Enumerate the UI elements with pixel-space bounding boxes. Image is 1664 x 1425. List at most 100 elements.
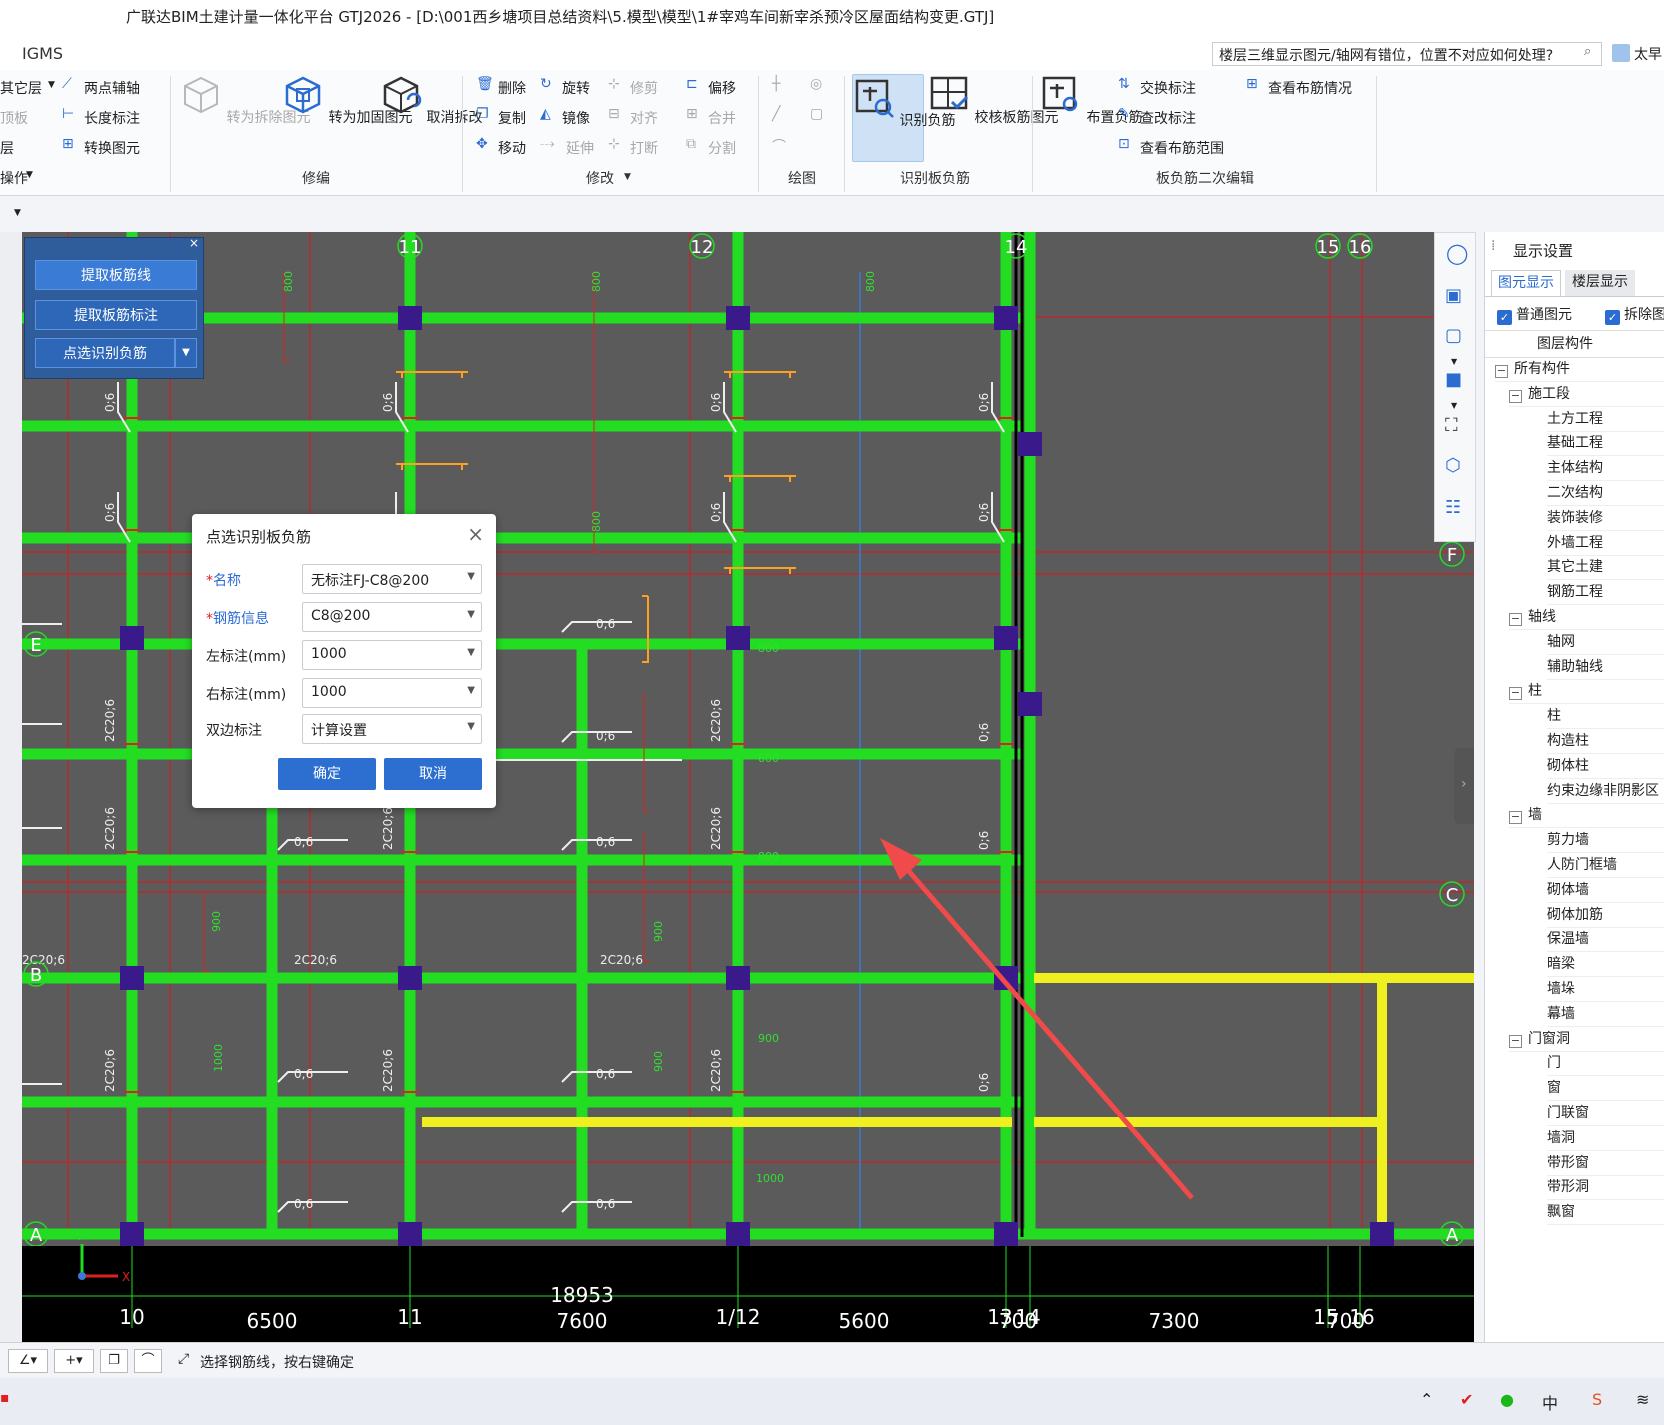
tree-item[interactable]: 保温墙 bbox=[1547, 928, 1664, 953]
move-button[interactable]: 移动 bbox=[498, 138, 526, 158]
tree-item[interactable]: 门联窗 bbox=[1547, 1102, 1664, 1126]
copy-view-icon[interactable]: ❐ bbox=[100, 1349, 128, 1373]
name-select[interactable]: 无标注FJ-C8@200 ▼ bbox=[302, 564, 482, 594]
ribbon-left-item-1[interactable]: 顶板 bbox=[0, 108, 28, 128]
tree-item[interactable]: 带形洞 bbox=[1547, 1176, 1664, 1201]
collapse-icon[interactable]: − bbox=[1509, 613, 1522, 626]
ok-button[interactable]: 确定 bbox=[278, 758, 376, 790]
tree-item[interactable]: 窗 bbox=[1547, 1077, 1664, 1102]
tree-item[interactable]: 砌体柱 bbox=[1547, 755, 1664, 779]
view-range-button[interactable]: 查看布筋范围 bbox=[1140, 138, 1224, 158]
ribbon-left-item-3[interactable]: 操作 bbox=[0, 168, 28, 188]
tree-item[interactable]: 轴网 bbox=[1547, 631, 1664, 655]
merge-button[interactable]: 合并 bbox=[708, 108, 736, 128]
close-icon[interactable]: × bbox=[189, 236, 199, 250]
rotate-point-icon[interactable]: ◎ bbox=[810, 76, 822, 92]
tree-item[interactable]: 土方工程 bbox=[1547, 408, 1664, 432]
line-draw-icon[interactable]: ╱ bbox=[772, 106, 780, 122]
ribbon-left-item-2[interactable]: 层 bbox=[0, 138, 14, 158]
ime-indicator[interactable]: 中 bbox=[1542, 1390, 1558, 1414]
delete-button[interactable]: 删除 bbox=[498, 78, 526, 98]
curve-icon[interactable]: ⌒ bbox=[134, 1349, 162, 1373]
collapse-icon[interactable]: − bbox=[1495, 365, 1508, 378]
ribbon-left-item-0[interactable]: 其它层 bbox=[0, 78, 42, 98]
view-status-button[interactable]: 查看布筋情况 bbox=[1268, 78, 1352, 98]
view-3d-icon[interactable]: ▣ bbox=[1445, 285, 1462, 306]
check-slab-rebar-button[interactable]: 校核板筋图元 bbox=[928, 74, 1058, 127]
app-icon[interactable]: ▪ bbox=[0, 1390, 10, 1406]
tree-item[interactable]: − 门窗洞 bbox=[1509, 1028, 1664, 1052]
tree-item[interactable]: 构造柱 bbox=[1547, 730, 1664, 754]
left-mark-select[interactable]: 1000 ▼ bbox=[302, 640, 482, 670]
identify-negative-rebar-button[interactable]: 识别负筋 bbox=[852, 74, 955, 162]
tree-item[interactable]: − 墙 bbox=[1509, 804, 1664, 829]
tree-item[interactable]: 外墙工程 bbox=[1547, 532, 1664, 556]
rect-draw-icon[interactable]: ▢ bbox=[810, 106, 823, 122]
wifi-icon[interactable]: ≋ bbox=[1636, 1390, 1649, 1409]
tab-floor-display[interactable]: 楼层显示 bbox=[1565, 270, 1635, 296]
view-top-icon[interactable]: ▢ bbox=[1445, 325, 1462, 346]
normal-element-checkbox[interactable]: ✓ 普通图元 bbox=[1497, 304, 1572, 325]
tree-item[interactable]: 钢筋工程 bbox=[1547, 581, 1664, 606]
tree-item[interactable]: − 施工段 bbox=[1509, 383, 1664, 407]
display-element-icon[interactable]: ⬡ bbox=[1445, 455, 1461, 476]
view-cube-icon[interactable]: ■ bbox=[1445, 369, 1462, 390]
rebar-info-select[interactable]: C8@200 ▼ bbox=[302, 602, 482, 632]
cancel-renovation-button[interactable]: 取消拆改 bbox=[380, 74, 482, 127]
chevron-up-icon[interactable]: ⌃ bbox=[1420, 1390, 1433, 1409]
tree-item[interactable]: 墙垛 bbox=[1547, 978, 1664, 1002]
right-collapse-handle[interactable]: › bbox=[1454, 748, 1474, 824]
arc-draw-icon[interactable]: ⌒ bbox=[772, 136, 786, 156]
edit-label-button[interactable]: 查改标注 bbox=[1140, 108, 1196, 128]
mirror-button[interactable]: 镜像 bbox=[562, 108, 590, 128]
convert-to-demolish-button[interactable]: 转为拆除图元 bbox=[180, 74, 310, 127]
tree-item[interactable]: 门 bbox=[1547, 1052, 1664, 1077]
orbit-icon[interactable]: ◯ bbox=[1446, 241, 1468, 265]
tree-item[interactable]: 柱 bbox=[1547, 705, 1664, 730]
extract-rebar-line-button[interactable]: 提取板筋线 bbox=[35, 260, 197, 290]
tree-item[interactable]: 暗梁 bbox=[1547, 953, 1664, 978]
tree-item[interactable]: 二次结构 bbox=[1547, 482, 1664, 506]
close-icon[interactable]: × bbox=[467, 522, 484, 546]
offset-snap-icon[interactable]: +▾ bbox=[54, 1349, 94, 1373]
right-mark-select[interactable]: 1000 ▼ bbox=[302, 678, 482, 708]
collapse-icon[interactable]: − bbox=[1509, 389, 1522, 403]
tree-item[interactable]: 幕墙 bbox=[1547, 1003, 1664, 1027]
extend-button[interactable]: 延伸 bbox=[566, 138, 594, 158]
collapse-icon[interactable]: − bbox=[1509, 687, 1522, 701]
tree-item[interactable]: 墙洞 bbox=[1547, 1127, 1664, 1151]
tree-item[interactable]: 砌体加筋 bbox=[1547, 904, 1664, 928]
trim-button[interactable]: 修剪 bbox=[630, 78, 658, 98]
tree-item[interactable]: 装饰装修 bbox=[1547, 507, 1664, 531]
convert-to-reinforce-button[interactable]: 转为加固图元 bbox=[282, 74, 412, 127]
point-identify-rebar-button[interactable]: 点选识别负筋 bbox=[35, 338, 175, 368]
tree-item[interactable]: 人防门框墙 bbox=[1547, 854, 1664, 878]
sogou-icon[interactable]: S bbox=[1592, 1390, 1602, 1409]
rotate-button[interactable]: 旋转 bbox=[562, 78, 590, 98]
tree-item[interactable]: 基础工程 bbox=[1547, 432, 1664, 457]
avatar[interactable] bbox=[1612, 44, 1630, 62]
dropdown-icon[interactable]: ▼ bbox=[14, 208, 21, 218]
angle-snap-icon[interactable]: ∠▾ bbox=[8, 1349, 48, 1373]
tab-element-display[interactable]: 图元显示 bbox=[1491, 270, 1561, 296]
extract-rebar-label-button[interactable]: 提取板筋标注 bbox=[35, 300, 197, 330]
tree-item[interactable]: − 柱 bbox=[1509, 680, 1664, 705]
wechat-icon[interactable]: ● bbox=[1500, 1390, 1514, 1409]
align-button[interactable]: 对齐 bbox=[630, 108, 658, 128]
tree-item[interactable]: 主体结构 bbox=[1547, 457, 1664, 482]
offset-button[interactable]: 偏移 bbox=[708, 78, 736, 98]
pin-icon[interactable]: ⁞ bbox=[1491, 238, 1495, 254]
tree-item[interactable]: 辅助轴线 bbox=[1547, 656, 1664, 680]
copy-button[interactable]: 复制 bbox=[498, 108, 526, 128]
double-mark-select[interactable]: 计算设置 ▼ bbox=[302, 714, 482, 744]
layout-negative-rebar-button[interactable]: 布置负筋 bbox=[1040, 74, 1142, 127]
collapse-icon[interactable]: − bbox=[1509, 811, 1522, 825]
swap-label-button[interactable]: 交换标注 bbox=[1140, 78, 1196, 98]
point-draw-icon[interactable]: ┼ bbox=[772, 76, 780, 92]
length-dimension-button[interactable]: 长度标注 bbox=[84, 108, 140, 128]
tree-item[interactable]: 剪力墙 bbox=[1547, 829, 1664, 854]
tree-item[interactable]: 其它土建 bbox=[1547, 556, 1664, 581]
collapse-icon[interactable]: − bbox=[1509, 1034, 1522, 1048]
cancel-button[interactable]: 取消 bbox=[384, 758, 482, 790]
dropdown-icon[interactable]: ▼ bbox=[1451, 401, 1457, 410]
